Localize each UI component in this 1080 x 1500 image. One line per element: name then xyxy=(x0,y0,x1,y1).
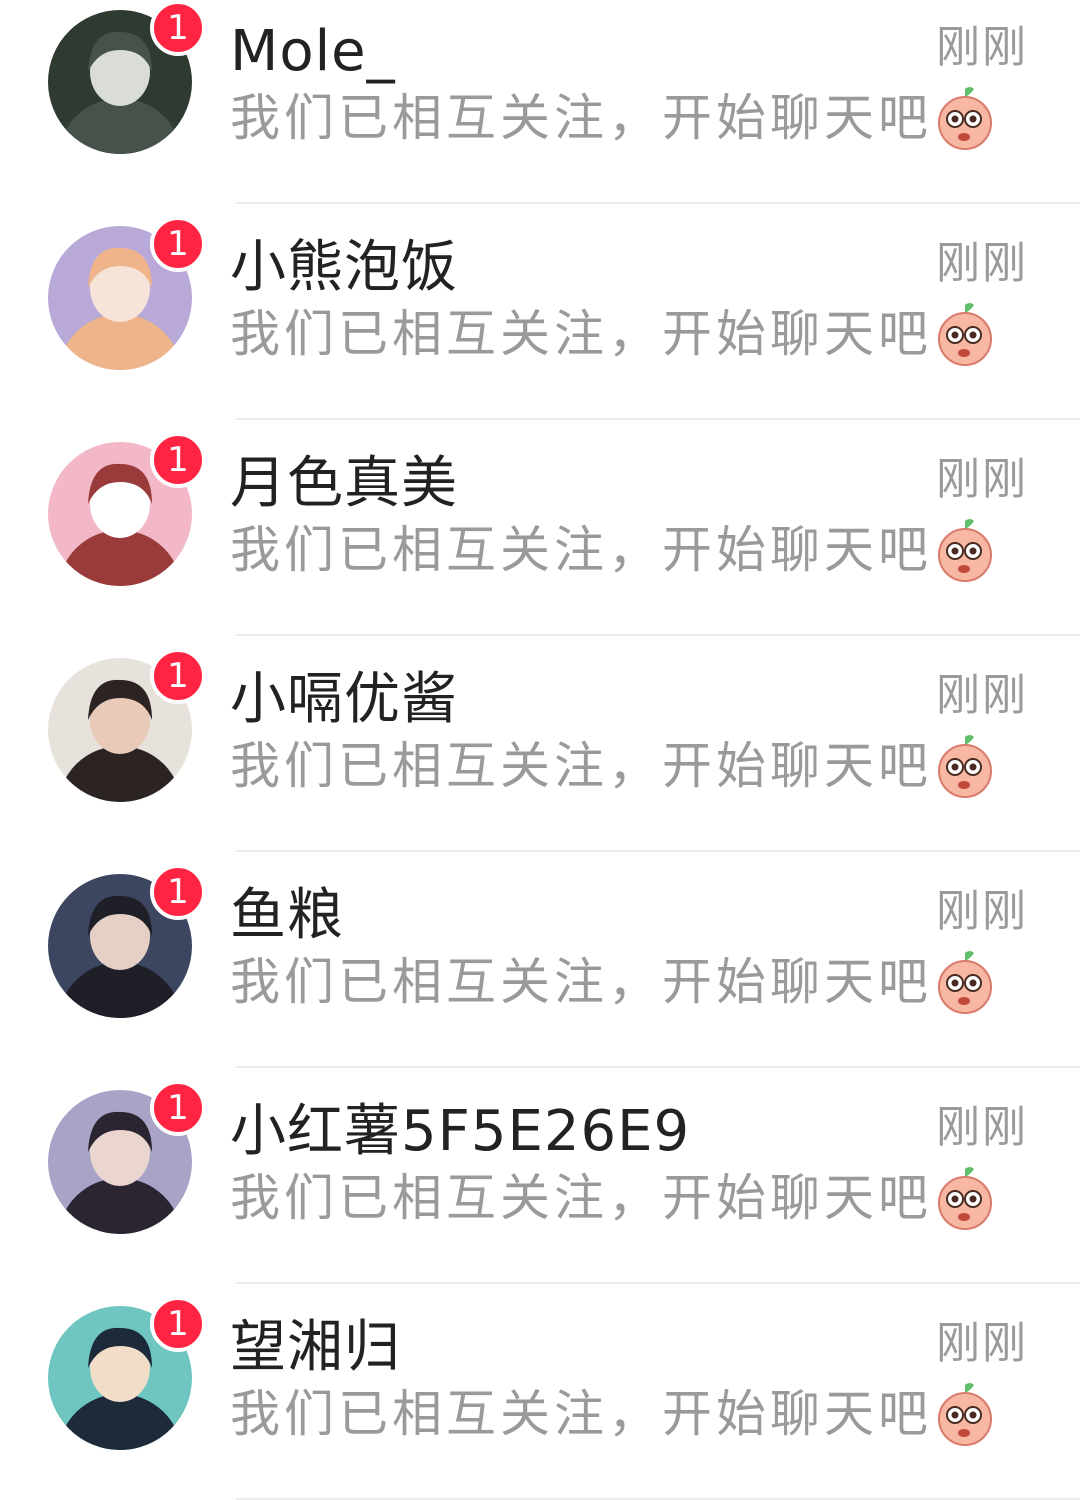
conversation-row[interactable]: 1 小熊泡饭 刚刚 我们已相互关注，开始聊天吧 xyxy=(0,204,1080,420)
message-time: 刚刚 xyxy=(936,22,1028,73)
avatar-container: 1 xyxy=(48,648,206,802)
message-time: 刚刚 xyxy=(936,238,1028,289)
conversation-row[interactable]: 1 鱼粮 刚刚 我们已相互关注，开始聊天吧 xyxy=(0,852,1080,1068)
unread-badge: 1 xyxy=(150,432,206,488)
message-time: 刚刚 xyxy=(936,886,1028,937)
message-preview-text: 我们已相互关注，开始聊天吧 xyxy=(230,305,932,363)
message-preview-text: 我们已相互关注，开始聊天吧 xyxy=(230,521,932,579)
avatar-container: 1 xyxy=(48,432,206,586)
message-time: 刚刚 xyxy=(936,1102,1028,1153)
avatar-container: 1 xyxy=(48,1296,206,1450)
peach-face-emoji-icon xyxy=(934,1165,996,1231)
unread-badge: 1 xyxy=(150,864,206,920)
message-preview-text: 我们已相互关注，开始聊天吧 xyxy=(230,953,932,1011)
peach-face-emoji-icon xyxy=(934,517,996,583)
message-time: 刚刚 xyxy=(936,670,1028,721)
avatar-container: 1 xyxy=(48,1080,206,1234)
unread-badge: 1 xyxy=(150,1080,206,1136)
conversation-name: 小红薯5F5E26E9 xyxy=(230,1099,691,1164)
conversation-row[interactable]: 1 小嗝优酱 刚刚 我们已相互关注，开始聊天吧 xyxy=(0,636,1080,852)
message-time: 刚刚 xyxy=(936,1318,1028,1369)
conversation-row[interactable]: 1 月色真美 刚刚 我们已相互关注，开始聊天吧 xyxy=(0,420,1080,636)
message-preview: 我们已相互关注，开始聊天吧 xyxy=(230,730,996,802)
peach-face-emoji-icon xyxy=(934,949,996,1015)
conversation-name: 望湘归 xyxy=(230,1315,401,1380)
message-preview-text: 我们已相互关注，开始聊天吧 xyxy=(230,89,932,147)
conversation-name: Mole_ xyxy=(230,19,396,84)
peach-face-emoji-icon xyxy=(934,85,996,151)
peach-face-emoji-icon xyxy=(934,301,996,367)
message-preview-text: 我们已相互关注，开始聊天吧 xyxy=(230,1385,932,1443)
conversation-name: 鱼粮 xyxy=(230,883,344,948)
message-preview: 我们已相互关注，开始聊天吧 xyxy=(230,298,996,370)
message-time: 刚刚 xyxy=(936,454,1028,505)
conversation-name: 月色真美 xyxy=(230,451,458,516)
avatar-container: 1 xyxy=(48,0,206,154)
conversation-row[interactable]: 1 小红薯5F5E26E9 刚刚 我们已相互关注，开始聊天吧 xyxy=(0,1068,1080,1284)
message-preview: 我们已相互关注，开始聊天吧 xyxy=(230,82,996,154)
message-preview: 我们已相互关注，开始聊天吧 xyxy=(230,1378,996,1450)
message-preview: 我们已相互关注，开始聊天吧 xyxy=(230,1162,996,1234)
avatar-container: 1 xyxy=(48,216,206,370)
conversation-name: 小熊泡饭 xyxy=(230,235,458,300)
message-preview: 我们已相互关注，开始聊天吧 xyxy=(230,514,996,586)
unread-badge: 1 xyxy=(150,0,206,56)
conversation-name: 小嗝优酱 xyxy=(230,667,458,732)
unread-badge: 1 xyxy=(150,1296,206,1352)
peach-face-emoji-icon xyxy=(934,733,996,799)
message-preview: 我们已相互关注，开始聊天吧 xyxy=(230,946,996,1018)
unread-badge: 1 xyxy=(150,648,206,704)
avatar-container: 1 xyxy=(48,864,206,1018)
peach-face-emoji-icon xyxy=(934,1381,996,1447)
conversation-row[interactable]: 1 望湘归 刚刚 我们已相互关注，开始聊天吧 xyxy=(0,1284,1080,1500)
message-preview-text: 我们已相互关注，开始聊天吧 xyxy=(230,737,932,795)
unread-badge: 1 xyxy=(150,216,206,272)
message-preview-text: 我们已相互关注，开始聊天吧 xyxy=(230,1169,932,1227)
conversation-list: 1 Mole_ 刚刚 我们已相互关注，开始聊天吧 1 小熊泡饭 刚刚 我们已相互… xyxy=(0,0,1080,1500)
conversation-row[interactable]: 1 Mole_ 刚刚 我们已相互关注，开始聊天吧 xyxy=(0,0,1080,204)
